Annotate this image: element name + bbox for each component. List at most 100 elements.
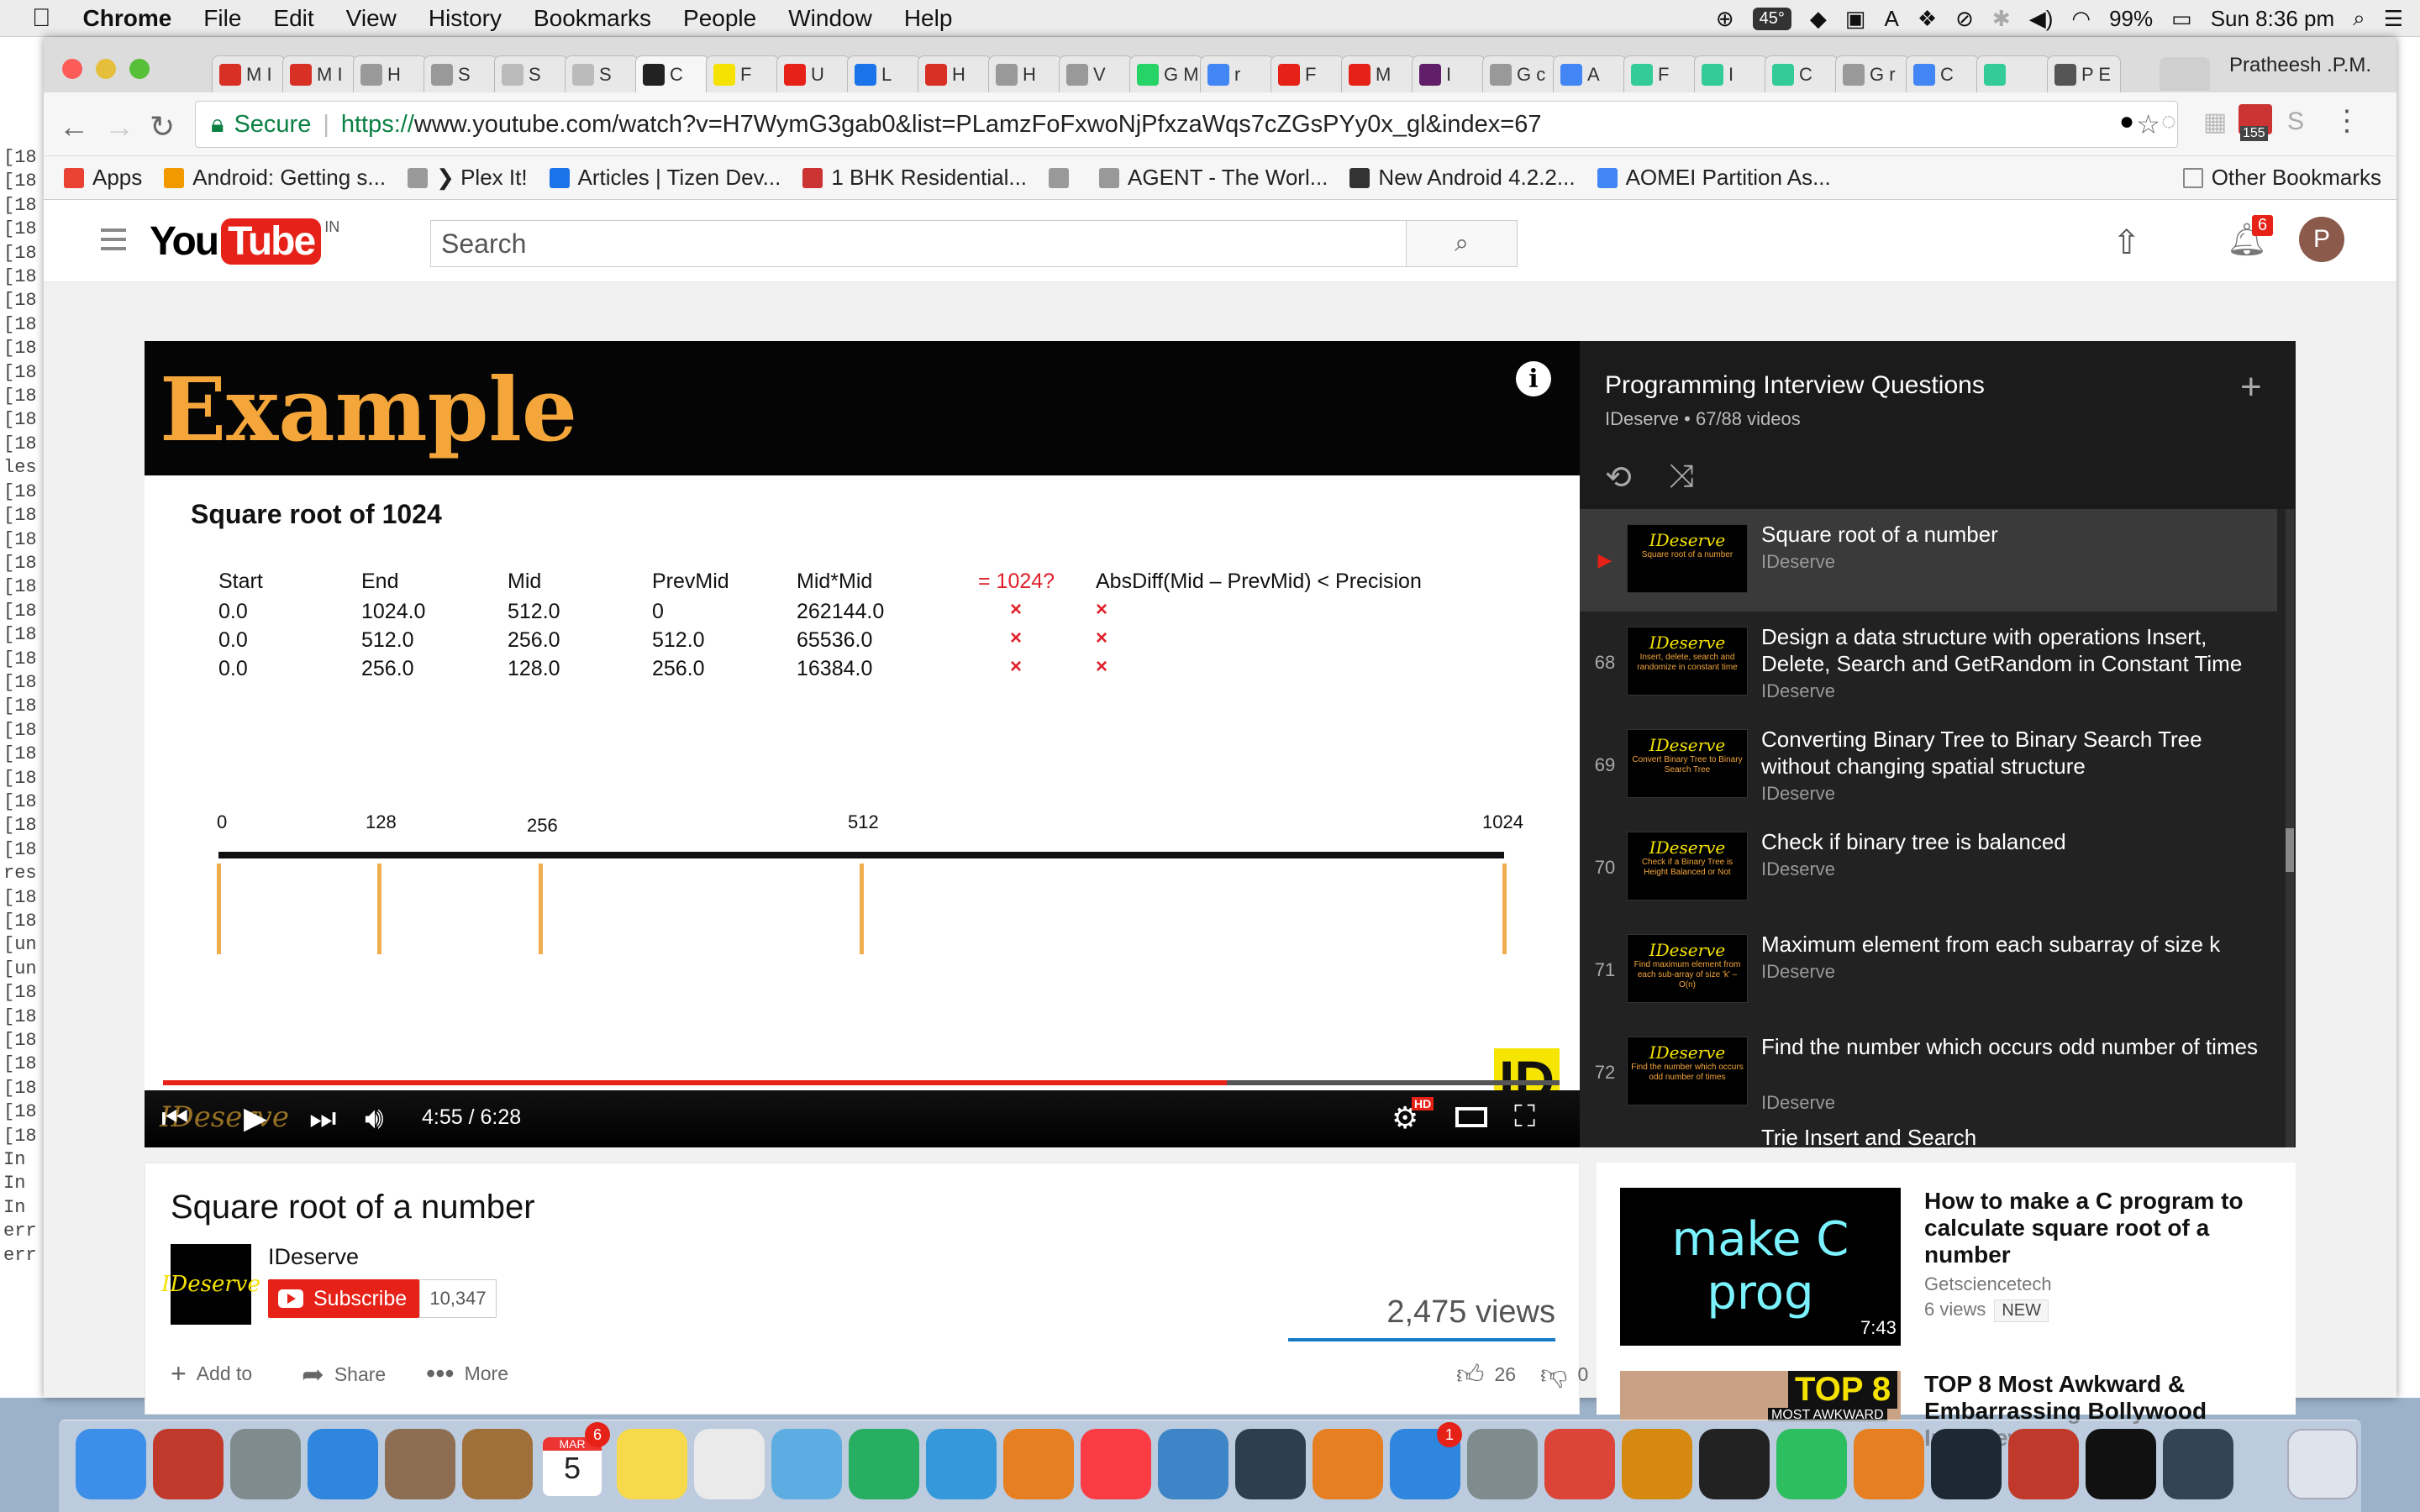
search-input[interactable]: Search — [430, 220, 1407, 267]
dock-app-icon[interactable] — [462, 1429, 533, 1499]
dock-app-icon[interactable] — [308, 1429, 378, 1499]
wifi-icon[interactable]: ◠ — [2071, 6, 2091, 32]
browser-tab[interactable]: C — [635, 55, 709, 92]
browser-tab[interactable]: F — [1623, 55, 1697, 92]
browser-tab[interactable]: H — [988, 55, 1062, 92]
dock-app-icon[interactable] — [1776, 1429, 1847, 1499]
back-icon[interactable]: ← — [59, 109, 89, 144]
browser-tab[interactable]: L — [847, 55, 921, 92]
youtube-logo[interactable]: You Tube IN — [150, 218, 339, 265]
guide-menu-icon[interactable] — [101, 228, 126, 250]
bookmark-item[interactable]: New Android 4.2.2... — [1349, 165, 1576, 191]
playlist-scroll-thumb[interactable] — [2286, 828, 2294, 872]
menu-file[interactable]: File — [203, 5, 241, 32]
dock-app-icon[interactable] — [617, 1429, 687, 1499]
search-button[interactable]: ⌕ — [1407, 220, 1518, 267]
dock-app-icon[interactable] — [1235, 1429, 1306, 1499]
browser-tab[interactable]: F — [706, 55, 780, 92]
bookmark-item[interactable]: ❯ Plex It! — [408, 165, 528, 191]
browser-tab[interactable]: A — [1553, 55, 1627, 92]
browser-tab[interactable]: M I — [212, 55, 286, 92]
shield-status-icon[interactable]: ▣ — [1845, 6, 1866, 32]
battery-percent[interactable]: 99% — [2109, 6, 2153, 32]
browser-tab[interactable]: G r — [1835, 55, 1909, 92]
bookmark-item[interactable] — [1049, 167, 1077, 188]
browser-tab[interactable]: P E — [2047, 55, 2121, 92]
theater-mode-icon[interactable] — [1455, 1107, 1487, 1127]
playlist-item[interactable]: 72 IDeserve Find the number which occurs o… — [1580, 1021, 2277, 1124]
browser-tab[interactable]: H — [353, 55, 427, 92]
trash-icon[interactable] — [2287, 1429, 2358, 1499]
dock-app-icon[interactable] — [2086, 1429, 2156, 1499]
new-tab-button[interactable] — [2160, 57, 2210, 91]
other-bookmarks[interactable]: Other Bookmarks — [2182, 165, 2381, 191]
upload-status-icon[interactable]: ⊕ — [1716, 6, 1734, 32]
bookmark-star-icon[interactable]: ☆ — [2136, 108, 2160, 140]
close-window-button[interactable] — [62, 59, 82, 79]
dock-app-icon[interactable] — [1467, 1429, 1538, 1499]
loop-icon[interactable]: ⟲ — [1605, 459, 1632, 496]
browser-tab[interactable]: C — [1765, 55, 1839, 92]
dock-app-icon[interactable] — [1854, 1429, 1924, 1499]
menu-bookmarks[interactable]: Bookmarks — [534, 5, 651, 32]
volume-icon[interactable]: ◀) — [2029, 6, 2054, 32]
browser-tab[interactable]: H — [918, 55, 992, 92]
evernote-status-icon[interactable]: ◆ — [1810, 6, 1827, 32]
dock-app-icon[interactable] — [2008, 1429, 2079, 1499]
forward-icon[interactable]: → — [104, 109, 134, 144]
reload-icon[interactable]: ↻ — [150, 109, 175, 144]
browser-tab[interactable]: M I — [282, 55, 356, 92]
dock-app-icon[interactable] — [153, 1429, 224, 1499]
extension-icon[interactable]: ▦ — [2203, 108, 2227, 137]
playlist-item[interactable]: 69 IDeserve Convert Binary Tree to Binary … — [1580, 714, 2277, 816]
avatar[interactable]: P — [2299, 217, 2344, 262]
dock-app-icon[interactable] — [771, 1429, 842, 1499]
browser-tab[interactable]: M — [1341, 55, 1415, 92]
playlist-item[interactable]: 70 IDeserve Check if a Binary Tree is Heig… — [1580, 816, 2277, 919]
bookmark-item[interactable]: 1 BHK Residential... — [802, 165, 1027, 191]
clock[interactable]: Sun 8:36 pm — [2211, 6, 2334, 32]
menu-window[interactable]: Window — [788, 5, 872, 32]
profile-name[interactable]: Pratheesh .P.M. — [2229, 54, 2371, 77]
dock-app-icon[interactable] — [1003, 1429, 1074, 1499]
browser-tab[interactable]: G c — [1482, 55, 1556, 92]
zoom-window-button[interactable] — [129, 59, 150, 79]
dock-app-icon[interactable] — [1931, 1429, 2002, 1499]
dock-app-icon[interactable] — [230, 1429, 301, 1499]
playlist-item[interactable]: ▶ IDeserve Square root of a number Square r… — [1580, 509, 2277, 612]
dock-app-icon[interactable] — [2163, 1429, 2233, 1499]
browser-tab[interactable]: C — [1906, 55, 1980, 92]
dislike-button[interactable]: 👎︎ 0 — [1540, 1358, 1588, 1391]
browser-tab[interactable]: r — [1200, 55, 1274, 92]
volume-icon[interactable]: 🔊︎ — [365, 1100, 384, 1137]
sync-icon[interactable]: ⊘ — [1955, 6, 1974, 32]
bookmark-item[interactable]: Android: Getting s... — [164, 165, 386, 191]
recommendation-channel[interactable]: Getsciencetech — [1924, 1273, 2052, 1295]
dock-app-icon[interactable] — [1158, 1429, 1228, 1499]
bluetooth-icon[interactable]: ✱ — [1992, 6, 2011, 32]
dock-app-icon[interactable] — [1622, 1429, 1692, 1499]
subscribe-button[interactable]: Subscribe — [268, 1279, 419, 1318]
dock-app-icon[interactable] — [76, 1429, 146, 1499]
dock-app-icon[interactable] — [1313, 1429, 1383, 1499]
dock-app-icon[interactable] — [926, 1429, 997, 1499]
menu-app-name[interactable]: Chrome — [83, 5, 172, 32]
spotlight-icon[interactable]: ⌕ — [2353, 5, 2365, 32]
dock-app-icon[interactable] — [694, 1429, 765, 1499]
recommendation-thumbnail[interactable]: make C prog 7:43 — [1620, 1188, 1901, 1346]
skype-extension-icon[interactable]: S — [2287, 108, 2304, 136]
dock-app-icon[interactable] — [1081, 1429, 1151, 1499]
info-icon[interactable]: i — [1516, 361, 1551, 396]
browser-tab[interactable]: I — [1694, 55, 1768, 92]
shuffle-icon[interactable]: ⤨ — [1669, 459, 1694, 495]
fullscreen-icon[interactable]: ⛶ — [1514, 1099, 1535, 1135]
playlist-item[interactable]: 68 IDeserve Insert, delete, search and ran… — [1580, 612, 2277, 714]
browser-tab[interactable]: U — [776, 55, 850, 92]
menu-help[interactable]: Help — [904, 5, 953, 32]
browser-tab[interactable]: V — [1059, 55, 1133, 92]
browser-tab[interactable]: S — [565, 55, 639, 92]
dock-app-icon[interactable] — [1544, 1429, 1615, 1499]
share-button[interactable]: ➦ Share — [302, 1358, 386, 1390]
browser-tab[interactable]: I — [1412, 55, 1486, 92]
browser-tab[interactable]: G M — [1129, 55, 1203, 92]
